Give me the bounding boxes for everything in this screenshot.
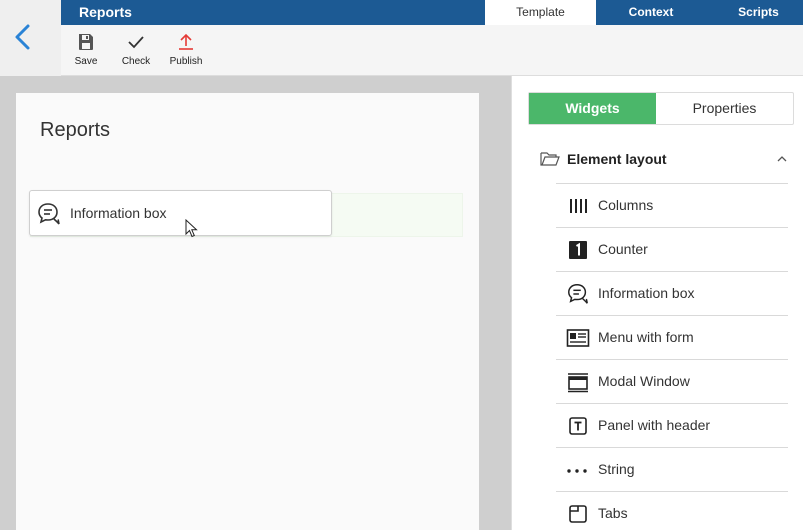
widgets-sidebar: Widgets Properties Element layout Column… (512, 76, 803, 530)
save-button[interactable]: Save (61, 32, 111, 67)
counter-icon (569, 241, 587, 259)
group-label: Element layout (567, 151, 667, 167)
tab-properties[interactable]: Properties (656, 93, 793, 124)
chat-bubbles-icon (38, 203, 60, 225)
widget-item-tabs[interactable]: Tabs (556, 491, 788, 530)
folder-open-icon (540, 152, 560, 166)
widget-item-string[interactable]: String (556, 447, 788, 491)
back-arrow-icon[interactable] (12, 22, 34, 52)
mouse-cursor-icon (185, 219, 198, 238)
widget-item-label: Information box (598, 285, 695, 301)
toolbar: Save Check Publish (61, 25, 803, 76)
dots-icon (567, 469, 587, 473)
widget-item-label: Menu with form (598, 329, 694, 345)
publish-button[interactable]: Publish (161, 32, 211, 67)
back-area (0, 0, 61, 76)
app-title: Reports (79, 4, 132, 20)
chevron-up-icon[interactable] (776, 154, 788, 164)
columns-icon (570, 199, 587, 213)
floppy-disk-icon (79, 34, 93, 50)
modal-window-icon (568, 373, 588, 393)
widget-item-menu-with-form[interactable]: Menu with form (556, 315, 788, 359)
tab-scripts[interactable]: Scripts (721, 0, 796, 25)
save-label: Save (74, 56, 98, 67)
chat-bubbles-icon (568, 284, 588, 304)
widget-list: Columns Counter Information box Menu wit… (556, 183, 788, 530)
widget-item-counter[interactable]: Counter (556, 227, 788, 271)
checkmark-icon (128, 36, 144, 49)
widget-item-label: Panel with header (598, 417, 711, 433)
sidebar-tabs: Widgets Properties (528, 92, 794, 125)
widget-item-information-box[interactable]: Information box (556, 271, 788, 315)
widget-item-panel-with-header[interactable]: Panel with header (556, 403, 788, 447)
dragged-widget[interactable]: Information box (29, 190, 332, 236)
widget-item-label: Columns (598, 197, 654, 213)
widget-item-label: String (598, 461, 635, 477)
dragged-widget-label: Information box (70, 205, 167, 221)
tab-context[interactable]: Context (601, 0, 701, 25)
panel-header-icon (569, 417, 587, 435)
widget-item-label: Counter (598, 241, 648, 257)
tab-widgets[interactable]: Widgets (529, 93, 656, 124)
page-title: Reports (40, 119, 111, 141)
check-button[interactable]: Check (111, 32, 161, 67)
tabs-icon (569, 505, 587, 523)
widget-item-label: Tabs (598, 505, 628, 521)
check-label: Check (121, 56, 151, 67)
page-canvas[interactable]: Reports Information box (16, 93, 479, 530)
upload-arrow-icon (179, 33, 193, 50)
widget-item-modal-window[interactable]: Modal Window (556, 359, 788, 403)
widget-item-label: Modal Window (598, 373, 690, 389)
menu-form-icon (566, 329, 590, 347)
publish-label: Publish (169, 56, 203, 67)
group-element-layout[interactable]: Element layout (540, 146, 788, 172)
tab-template[interactable]: Template (485, 0, 596, 25)
widget-item-columns[interactable]: Columns (556, 183, 788, 227)
top-bar: Reports Template Context Scripts (61, 0, 803, 25)
